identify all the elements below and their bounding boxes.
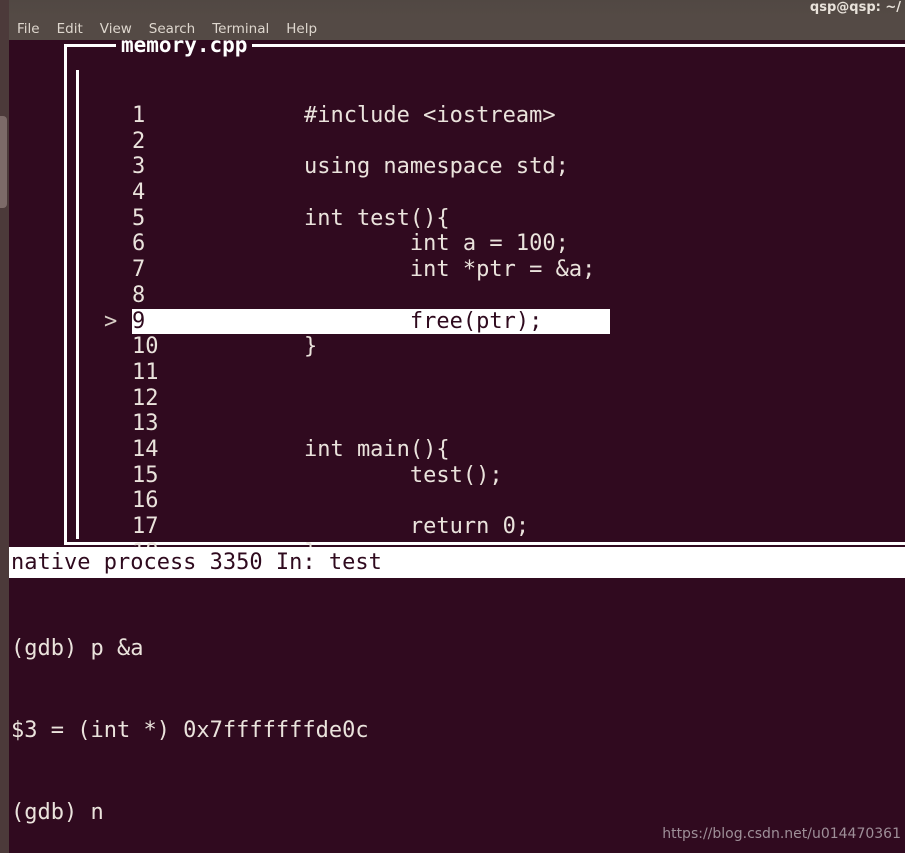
line-number: 5: [132, 205, 146, 231]
terminal-window: qsp@qsp: ~/ File Edit View Search Termin…: [0, 0, 905, 853]
code-line: 5 int test(){: [132, 206, 905, 232]
code-line: 15 test();: [132, 463, 905, 489]
line-text: int test(){: [198, 205, 450, 231]
code-line: 16: [132, 488, 905, 514]
line-number: 9: [132, 308, 146, 334]
line-text: int a = 100;: [198, 231, 569, 257]
source-filename-label: memory.cpp: [116, 40, 253, 56]
line-number: 16: [132, 488, 159, 514]
code-line: 1 #include <iostream>: [132, 103, 905, 129]
console-line: $3 = (int *) 0x7fffffffde0c: [11, 718, 369, 744]
gdb-console[interactable]: (gdb) p &a $3 = (int *) 0x7fffffffde0c (…: [9, 580, 905, 853]
line-text: test();: [198, 462, 503, 488]
menu-item-view[interactable]: View: [100, 21, 132, 37]
line-number: 7: [132, 257, 146, 283]
code-line: 17 return 0;: [132, 514, 905, 540]
line-number: 15: [132, 462, 159, 488]
code-line: 4: [132, 180, 905, 206]
line-number: 4: [132, 180, 146, 206]
line-number: 14: [132, 436, 159, 462]
current-line-arrow-icon: >: [104, 308, 118, 334]
menu-item-file[interactable]: File: [17, 21, 40, 37]
code-line: 14 int main(){: [132, 437, 905, 463]
line-number: 10: [132, 334, 159, 360]
code-line: 3 using namespace std;: [132, 154, 905, 180]
menubar: File Edit View Search Terminal Help: [0, 17, 905, 40]
menu-item-help[interactable]: Help: [286, 21, 317, 37]
code-line: 11: [132, 360, 905, 386]
current-line-highlight: 9 free(ptr);: [132, 308, 610, 335]
code-line: 2: [132, 129, 905, 155]
window-titlebar[interactable]: qsp@qsp: ~/: [0, 0, 905, 17]
gdb-source-pane: memory.cpp 1 #include <iostream> 2 3 usi…: [64, 40, 905, 565]
terminal-content[interactable]: memory.cpp 1 #include <iostream> 2 3 usi…: [9, 40, 905, 853]
menu-item-edit[interactable]: Edit: [57, 21, 83, 37]
menu-item-terminal[interactable]: Terminal: [212, 21, 269, 37]
code-line-current: > 9 free(ptr);: [104, 308, 905, 335]
line-text: int *ptr = &a;: [198, 257, 596, 283]
watermark-url: https://blog.csdn.net/u014470361: [662, 826, 901, 842]
code-line: 13: [132, 411, 905, 437]
unity-launcher-edge[interactable]: [0, 0, 9, 853]
line-number: 1: [132, 103, 146, 128]
code-line: 10 }: [132, 334, 905, 360]
launcher-reveal-pip[interactable]: [0, 116, 7, 208]
line-text: int main(){: [198, 436, 450, 462]
line-number: 12: [132, 385, 159, 411]
code-line: 8: [132, 283, 905, 309]
code-line: 6 int a = 100;: [132, 231, 905, 257]
line-text: }: [198, 334, 318, 360]
menu-item-search[interactable]: Search: [149, 21, 195, 37]
line-text: #include <iostream>: [198, 103, 556, 128]
line-text: free(ptr);: [198, 308, 543, 334]
gdb-status-line: native process 3350 In: test: [9, 547, 905, 578]
console-line: (gdb) n: [11, 800, 104, 826]
console-line: (gdb) p &a: [11, 635, 144, 661]
line-number: 6: [132, 231, 146, 257]
line-number: 13: [132, 411, 159, 437]
code-line: 7 int *ptr = &a;: [132, 257, 905, 283]
line-text: using namespace std;: [198, 154, 569, 180]
line-number: 8: [132, 282, 146, 308]
line-number: 3: [132, 154, 146, 180]
line-text: return 0;: [198, 514, 530, 539]
code-line: 12: [132, 386, 905, 412]
line-number: 2: [132, 128, 146, 154]
line-number: 11: [132, 359, 159, 385]
window-title: qsp@qsp: ~/: [809, 0, 901, 15]
source-code-lines: 1 #include <iostream> 2 3 using namespac…: [104, 103, 905, 565]
line-number: 17: [132, 514, 159, 539]
